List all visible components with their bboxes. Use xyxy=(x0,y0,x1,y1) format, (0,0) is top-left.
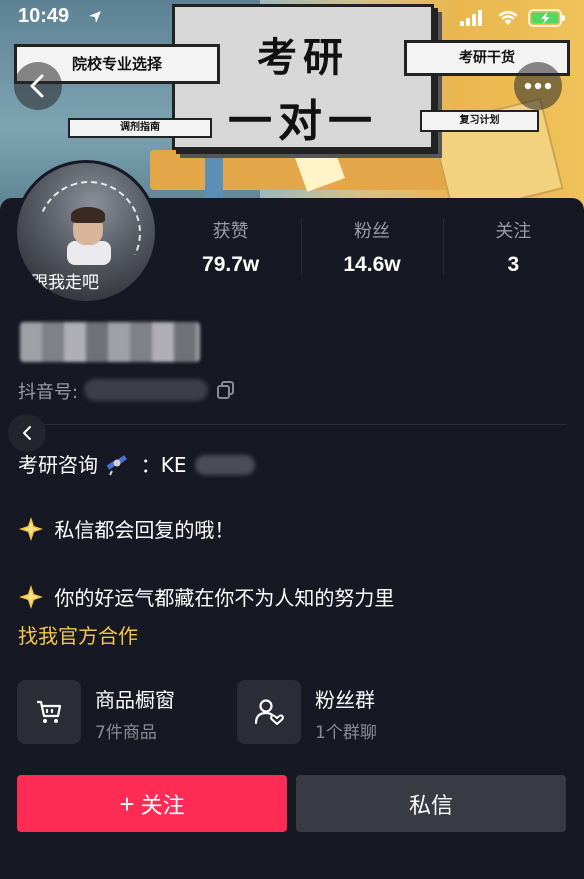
shopping-cart-icon-box xyxy=(17,680,81,744)
bio-line-reply: 私信都会回复的哦！ xyxy=(18,514,234,543)
follow-button[interactable]: + 关注 xyxy=(17,775,287,832)
banner-tag-small-left: 调剂指南 xyxy=(68,118,212,138)
stat-followers[interactable]: 粉丝 14.6w xyxy=(301,215,442,285)
plus-icon: + xyxy=(119,788,135,819)
bio-text: ：KE xyxy=(140,453,187,477)
fan-group-icon xyxy=(254,699,284,725)
stat-following[interactable]: 关注 3 xyxy=(442,215,584,285)
feature-subtitle: 1个群聊 xyxy=(315,723,377,743)
bio-text: 考研咨询 xyxy=(18,453,98,477)
more-button[interactable] xyxy=(514,62,562,110)
douyin-id-blurred xyxy=(84,379,208,401)
fan-group-entry[interactable]: 粉丝群 1个群聊 xyxy=(237,680,447,744)
banner-title-line2: 一对一 xyxy=(228,96,378,147)
signal-icon xyxy=(460,10,482,26)
back-button[interactable] xyxy=(14,62,62,110)
avatar-caption: 跟我走吧 xyxy=(31,273,99,293)
more-horizontal-icon xyxy=(524,82,552,90)
stat-label: 关注 xyxy=(495,221,532,242)
contact-blurred xyxy=(194,455,255,475)
feature-subtitle: 7件商品 xyxy=(95,723,157,743)
status-bar: 10:49 xyxy=(0,0,584,36)
glowing-star-icon xyxy=(19,517,43,541)
bio-line-quote: 你的好运气都藏在你不为人知的努力里 xyxy=(18,582,394,611)
avatar-child-hair xyxy=(71,207,105,223)
douyin-id-label: 抖音号: xyxy=(18,382,79,403)
bio-text: 你的好运气都藏在你不为人知的努力里 xyxy=(54,586,395,610)
stat-label: 获赞 xyxy=(212,221,249,242)
stat-label: 粉丝 xyxy=(353,221,390,242)
banner-tag-small-right: 复习计划 xyxy=(420,110,539,132)
stat-value: 79.7w xyxy=(202,253,260,276)
glowing-star-icon xyxy=(19,585,43,609)
stat-likes[interactable]: 获赞 79.7w xyxy=(160,215,301,285)
battery-charging-icon xyxy=(528,9,565,27)
copy-icon[interactable] xyxy=(216,380,236,400)
satellite-icon xyxy=(106,455,128,476)
official-cooperation-link[interactable]: 找我官方合作 xyxy=(18,620,138,649)
stat-value: 3 xyxy=(507,253,520,276)
profile-divider xyxy=(18,424,566,425)
message-button[interactable]: 私信 xyxy=(296,775,566,832)
username-blurred xyxy=(20,322,200,362)
chevron-left-icon xyxy=(30,74,44,98)
feature-title: 商品橱窗 xyxy=(95,688,175,712)
mini-back-button[interactable] xyxy=(8,414,46,452)
follow-button-label: 关注 xyxy=(140,792,185,818)
status-time: 10:49 xyxy=(18,5,70,27)
shop-window-entry[interactable]: 商品橱窗 7件商品 xyxy=(17,680,227,744)
profile-stats: 获赞 79.7w 粉丝 14.6w 关注 3 xyxy=(160,215,584,285)
avatar[interactable]: 跟我走吧 xyxy=(14,160,158,304)
wifi-icon xyxy=(498,11,518,25)
shopping-cart-icon xyxy=(37,700,62,723)
stat-value: 14.6w xyxy=(343,253,401,276)
message-button-label: 私信 xyxy=(408,792,453,818)
feature-title: 粉丝群 xyxy=(315,688,375,712)
chevron-left-icon xyxy=(23,426,31,440)
bio-line-contact: 考研咨询 ：KE xyxy=(18,449,255,478)
bio-text: 私信都会回复的哦！ xyxy=(54,518,235,542)
fan-group-icon-box xyxy=(237,680,301,744)
location-arrow-icon xyxy=(89,11,101,23)
